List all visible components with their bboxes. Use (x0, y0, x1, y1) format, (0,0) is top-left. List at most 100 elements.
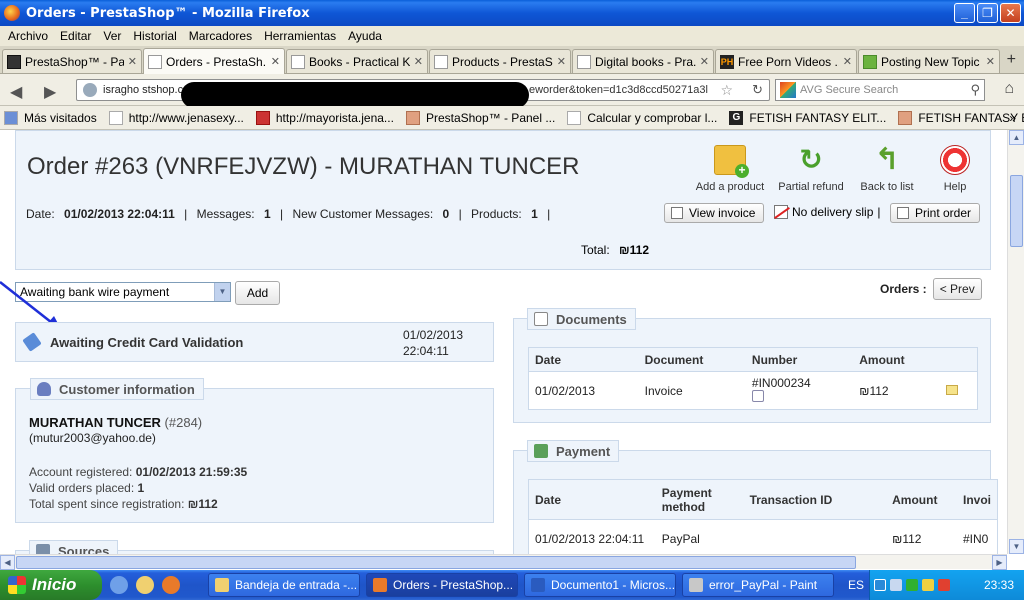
search-icon[interactable]: ⚲ (970, 82, 980, 98)
customer-name[interactable]: MURATHAN TUNCER (#284) (29, 415, 202, 430)
close-tab-icon[interactable]: ✕ (843, 55, 852, 68)
document-magnifier-icon (534, 312, 548, 326)
help-label: Help (943, 181, 967, 193)
vertical-scrollbar[interactable]: ▲ ▼ (1007, 130, 1024, 554)
status-date-day: 01/02/2013 (403, 328, 464, 342)
col-actions (940, 347, 978, 372)
bookmark-fetish-elite[interactable]: G FETISH FANTASY ELIT... (729, 110, 886, 125)
doc-amount: ₪112 (859, 383, 889, 398)
status-date-time: 22:04:11 (403, 344, 449, 358)
close-tab-icon[interactable]: ✕ (271, 55, 280, 68)
reload-icon[interactable]: ↻ (752, 82, 763, 98)
bookmark-fetish-ext[interactable]: FETISH FANTASY EXT... (898, 110, 1024, 125)
quicklaunch-icon[interactable] (110, 576, 128, 594)
scroll-right-icon[interactable]: ▶ (992, 555, 1007, 570)
back-arrow-icon[interactable]: ◀ (10, 82, 22, 102)
sources-legend: Sources (29, 540, 119, 554)
bookmark-jenasexy[interactable]: http://www.jenasexy... (108, 110, 244, 125)
taskbar-item-inbox[interactable]: Bandeja de entrada -... (208, 573, 360, 597)
g-site-icon: G (729, 110, 744, 125)
navigation-bar: ◀ ▶ isragho stshop.co eworder&token=d1c3… (0, 74, 1024, 108)
close-window-button[interactable]: ✕ (1000, 3, 1021, 23)
tray-icon[interactable] (874, 579, 886, 591)
tray-icon[interactable] (906, 579, 918, 591)
close-tab-icon[interactable]: ✕ (557, 55, 566, 68)
payment-header-row: Date Payment method Transaction ID Amoun… (528, 479, 998, 520)
bookmarks-overflow-icon[interactable]: » (1009, 111, 1016, 125)
tray-icon[interactable] (922, 579, 934, 591)
no-delivery-label: No delivery slip (792, 205, 874, 219)
bookmark-star-icon[interactable]: ☆ (720, 82, 733, 99)
tray-icon[interactable] (938, 579, 950, 591)
add-product-button[interactable]: Add a product (692, 145, 768, 193)
payment-transaction (744, 520, 887, 555)
tab-videos[interactable]: PH Free Porn Videos ... ✕ (715, 49, 857, 73)
page-icon (567, 110, 582, 125)
taskbar-item-word[interactable]: Documento1 - Micros... (524, 573, 676, 597)
view-document-icon[interactable] (751, 390, 764, 402)
language-indicator[interactable]: ES (848, 578, 864, 592)
partial-refund-button[interactable]: ↻ Partial refund (776, 145, 846, 194)
scroll-thumb[interactable] (16, 556, 856, 569)
menu-ver[interactable]: Ver (97, 29, 127, 43)
close-tab-icon[interactable]: ✕ (414, 55, 423, 68)
help-button[interactable]: Help (936, 145, 974, 193)
tab-products[interactable]: Products - PrestaS... ✕ (429, 49, 571, 73)
home-icon[interactable]: ⌂ (1004, 80, 1014, 98)
no-delivery-slip: No delivery slip | (774, 205, 881, 219)
folder-icon[interactable] (946, 384, 959, 395)
customer-email[interactable]: (mutur2003@yahoo.de) (29, 431, 156, 445)
menu-herramientas[interactable]: Herramientas (258, 29, 342, 43)
scroll-left-icon[interactable]: ◀ (0, 555, 15, 570)
firefox-quicklaunch-icon[interactable] (162, 576, 180, 594)
tab-orders[interactable]: Orders - PrestaSh... ✕ (143, 48, 285, 74)
menu-editar[interactable]: Editar (54, 29, 97, 43)
taskbar-item-paint[interactable]: error_PayPal - Paint (682, 573, 834, 597)
word-icon (531, 578, 545, 592)
menu-ayuda[interactable]: Ayuda (342, 29, 388, 43)
restore-button[interactable]: ❐ (977, 3, 998, 23)
menu-marcadores[interactable]: Marcadores (183, 29, 258, 43)
bookmark-label: http://mayorista.jena... (275, 110, 394, 125)
tab-posting[interactable]: Posting New Topic ... ✕ (858, 49, 1000, 73)
scroll-up-icon[interactable]: ▲ (1009, 130, 1024, 145)
menu-archivo[interactable]: Archivo (2, 29, 54, 43)
new-tab-icon[interactable]: + (1007, 51, 1016, 69)
invoice-icon (671, 207, 683, 219)
url-bar[interactable]: isragho stshop.co eworder&token=d1c3d8cc… (76, 79, 770, 108)
bookmark-prestashop-panel[interactable]: PrestaShop™ - Panel ... (405, 110, 555, 125)
bookmark-calcular[interactable]: Calcular y comprobar l... (567, 110, 717, 125)
close-tab-icon[interactable]: ✕ (986, 55, 995, 68)
order-meta: Date: 01/02/2013 22:04:11 | Messages: 1 … (26, 207, 551, 221)
search-bar[interactable]: AVG Secure Search ⚲ (775, 79, 985, 101)
site-icon (898, 110, 913, 125)
taskbar-item-orders[interactable]: Orders - PrestaShop... (366, 573, 518, 597)
start-button[interactable]: Inicio (0, 570, 102, 600)
network-icon[interactable] (890, 579, 902, 591)
back-to-list-button[interactable]: ↰ Back to list (856, 145, 918, 194)
prev-order-button[interactable]: < Prev (932, 278, 982, 300)
bookmark-most-visited[interactable]: Más visitados (4, 110, 97, 125)
view-invoice-button[interactable]: View invoice (664, 203, 765, 223)
forward-arrow-icon[interactable]: ▶ (44, 82, 56, 102)
tab-prestashop[interactable]: PrestaShop™ - Pa... ✕ (2, 49, 142, 73)
scroll-down-icon[interactable]: ▼ (1009, 539, 1024, 554)
close-tab-icon[interactable]: ✕ (128, 55, 137, 68)
doc-number[interactable]: #IN000234 (752, 376, 847, 390)
add-status-button[interactable]: Add (235, 281, 280, 305)
tab-digital-books[interactable]: Digital books - Pra... ✕ (572, 49, 714, 73)
print-order-button[interactable]: Print order (890, 203, 981, 223)
no-delivery-icon (774, 205, 788, 219)
bookmark-mayorista[interactable]: http://mayorista.jena... (255, 110, 394, 125)
menu-historial[interactable]: Historial (127, 29, 182, 43)
user-icon (37, 382, 51, 396)
products-label: Products: (471, 207, 522, 221)
tab-books[interactable]: Books - Practical K... ✕ (286, 49, 428, 73)
orders-value: 1 (137, 481, 145, 495)
quicklaunch-icon[interactable] (136, 576, 154, 594)
scroll-thumb[interactable] (1010, 175, 1023, 247)
horizontal-scrollbar[interactable]: ◀ ▶ (0, 554, 1007, 570)
close-tab-icon[interactable]: ✕ (700, 55, 709, 68)
minimize-button[interactable]: _ (954, 3, 975, 23)
redaction-mark (181, 82, 529, 108)
